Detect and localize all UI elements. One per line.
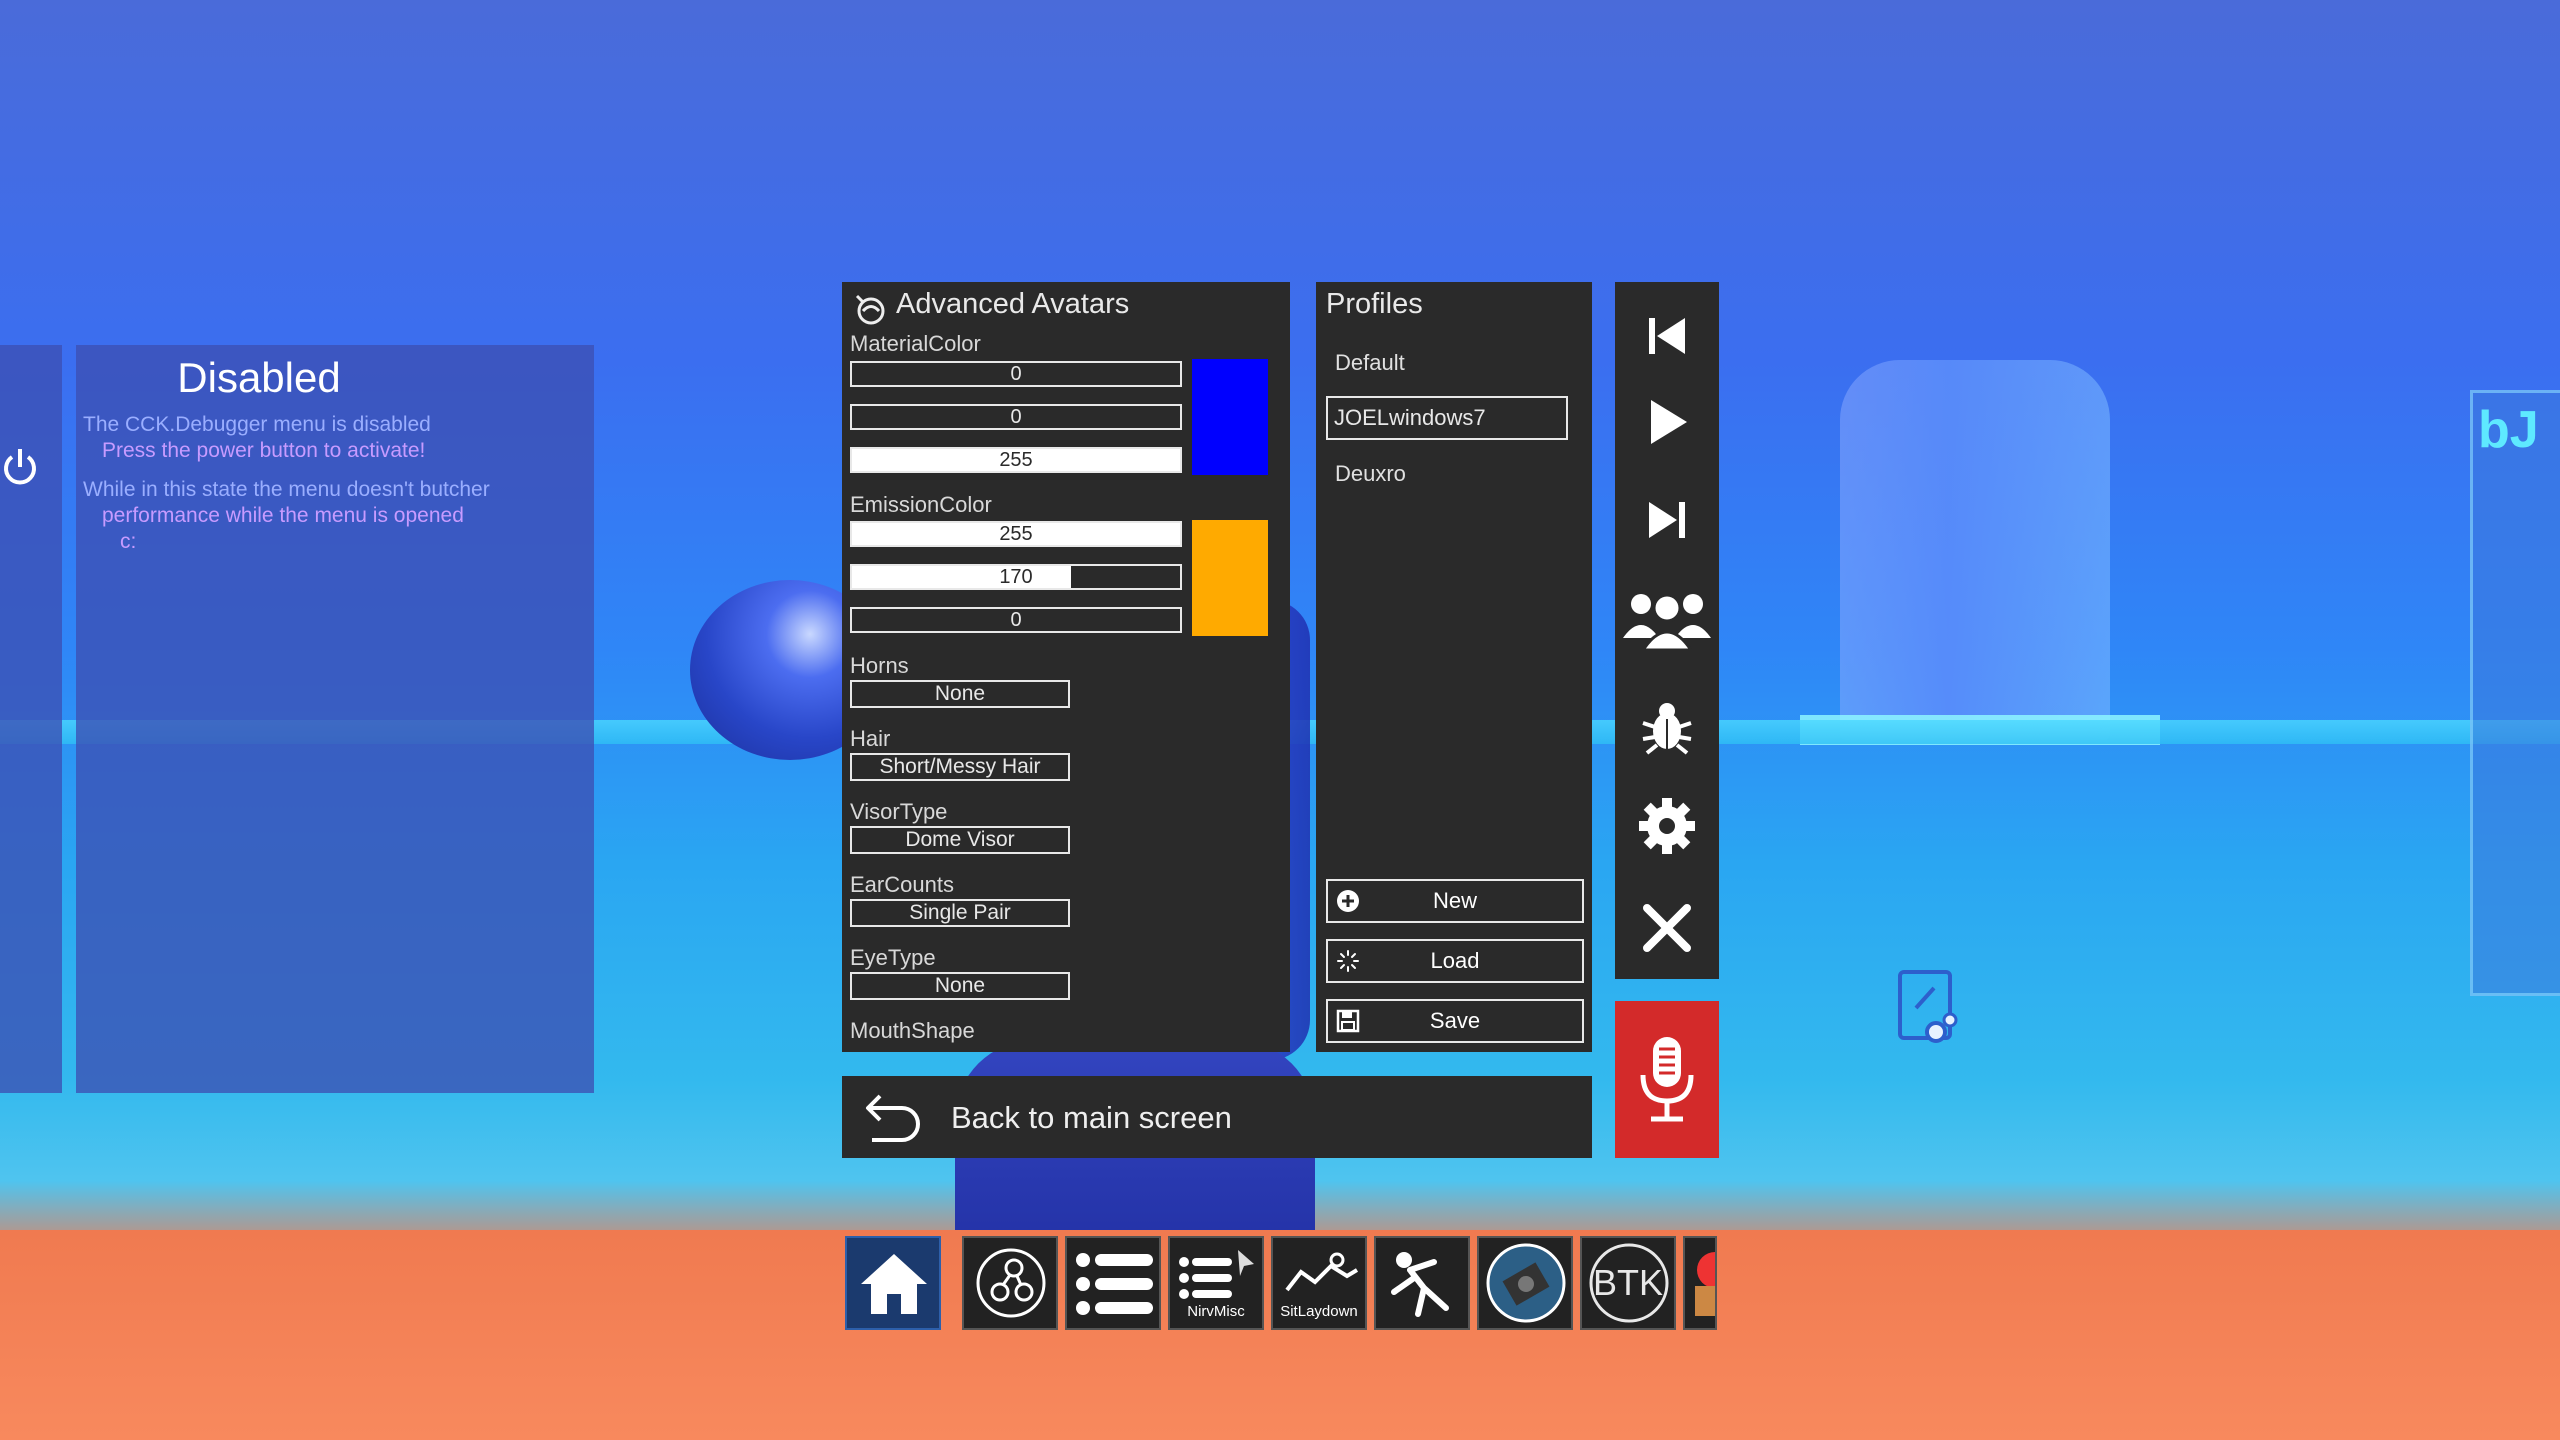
new-profile-button[interactable]: New	[1326, 879, 1584, 923]
microphone-icon	[1640, 1037, 1694, 1122]
nirvmisc-icon	[1179, 1250, 1254, 1299]
hair-label: Hair	[850, 726, 891, 751]
sitlaydown-icon	[1285, 1252, 1359, 1292]
slider-value: 170	[999, 566, 1033, 588]
loading-icon	[1337, 950, 1359, 972]
gear-icon[interactable]	[1635, 794, 1699, 858]
advanced-avatars-title: Advanced Avatars	[896, 288, 1130, 320]
sitlaydown-label: SitLaydown	[1280, 1303, 1358, 1320]
nirvmisc-label: NirvMisc	[1187, 1303, 1245, 1320]
emission-color-label: EmissionColor	[850, 492, 992, 517]
settings-tablet-icon[interactable]	[1896, 970, 1960, 1054]
material-color-label: MaterialColor	[850, 331, 981, 356]
emission-g-slider[interactable]: 170	[850, 564, 1182, 590]
dock-btk[interactable]: BTK	[1580, 1236, 1676, 1330]
dock-camera[interactable]	[1477, 1236, 1573, 1330]
dock-nirvmisc[interactable]: NirvMisc	[1168, 1236, 1264, 1330]
save-profile-button[interactable]: Save	[1326, 999, 1584, 1043]
camera-icon	[1486, 1243, 1566, 1323]
play-icon[interactable]	[1635, 390, 1699, 454]
bug-icon[interactable]	[1635, 695, 1699, 759]
power-button[interactable]	[0, 445, 40, 489]
material-b-slider[interactable]: 255	[850, 447, 1182, 473]
undo-arrow-icon	[866, 1094, 920, 1142]
mouth-label: MouthShape	[850, 1018, 975, 1043]
plus-circle-icon	[1337, 890, 1359, 912]
save-label: Save	[1429, 1008, 1481, 1033]
floppy-disk-icon	[1336, 1009, 1360, 1033]
horns-dropdown[interactable]: None	[850, 680, 1070, 708]
debugger-line: Press the power button to activate!	[102, 439, 426, 462]
slider-value: 255	[999, 523, 1033, 545]
world-sign	[2470, 390, 2560, 996]
debugger-line: The CCK.Debugger menu is disabled	[83, 413, 431, 436]
emission-color-swatch	[1192, 520, 1268, 636]
eye-dropdown[interactable]: None	[850, 972, 1070, 1000]
hair-dropdown[interactable]: Short/Messy Hair	[850, 753, 1070, 781]
dock-list[interactable]	[1065, 1236, 1161, 1330]
slider-value: 255	[999, 449, 1033, 471]
world-sign-text: bJ	[2478, 401, 2539, 459]
list-icon	[1076, 1253, 1153, 1315]
dock-nodes[interactable]	[962, 1236, 1058, 1330]
btk-label: BTK	[1592, 1262, 1663, 1303]
load-profile-button[interactable]: Load	[1326, 939, 1584, 983]
debugger-line: c:	[120, 530, 137, 553]
dock-fall[interactable]	[1374, 1236, 1470, 1330]
dock-sitlaydown[interactable]: SitLaydown	[1271, 1236, 1367, 1330]
profile-item[interactable]: Default	[1335, 350, 1405, 376]
dock-partial[interactable]	[1683, 1236, 1717, 1330]
slider-value: 0	[1010, 406, 1022, 428]
load-label: Load	[1430, 948, 1480, 973]
slider-value: 0	[1010, 609, 1022, 631]
skip-forward-icon[interactable]	[1635, 488, 1699, 552]
home-icon	[861, 1254, 927, 1314]
friends-icon[interactable]	[1619, 586, 1715, 650]
world-pillar	[1840, 360, 2110, 740]
new-label: New	[1432, 888, 1477, 913]
ears-label: EarCounts	[850, 872, 954, 897]
fall-icon	[1391, 1252, 1449, 1317]
visor-label: VisorType	[850, 799, 948, 824]
emission-b-slider[interactable]: 0	[850, 607, 1182, 633]
debugger-line: While in this state the menu doesn't but…	[83, 478, 490, 501]
skip-back-icon[interactable]	[1635, 304, 1699, 368]
slider-value: 0	[1010, 363, 1022, 385]
profile-item-selected[interactable]: JOELwindows7	[1326, 396, 1568, 440]
ears-dropdown[interactable]: Single Pair	[850, 899, 1070, 927]
eye-label: EyeType	[850, 945, 936, 970]
avatar-logo-icon	[855, 294, 885, 325]
material-r-slider[interactable]: 0	[850, 361, 1182, 387]
debugger-title: Disabled	[177, 354, 341, 401]
close-icon[interactable]	[1635, 896, 1699, 960]
material-g-slider[interactable]: 0	[850, 404, 1182, 430]
visor-dropdown[interactable]: Dome Visor	[850, 826, 1070, 854]
material-color-swatch	[1192, 359, 1268, 475]
nodes-icon	[976, 1248, 1046, 1318]
profiles-title: Profiles	[1326, 288, 1423, 320]
back-label: Back to main screen	[951, 1100, 1232, 1135]
emission-r-slider[interactable]: 255	[850, 521, 1182, 547]
microphone-button[interactable]	[1615, 1001, 1719, 1158]
debugger-line: performance while the menu is opened	[102, 504, 464, 527]
extra-app-icon	[1695, 1252, 1715, 1316]
horns-label: Horns	[850, 653, 909, 678]
power-icon	[4, 449, 36, 485]
profile-item[interactable]: Deuxro	[1335, 461, 1406, 487]
dock-home[interactable]	[845, 1236, 941, 1330]
